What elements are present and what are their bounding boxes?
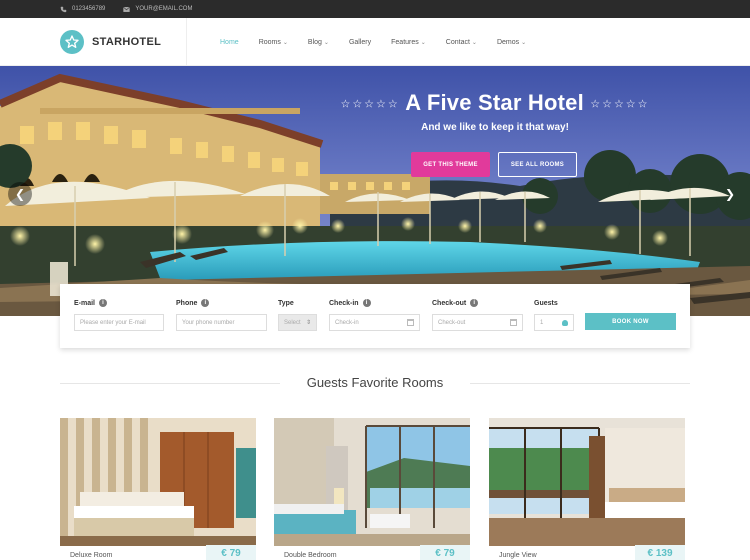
phone-group: Phone i Your phone number <box>176 298 267 331</box>
phone-icon <box>60 6 67 12</box>
stars-right-icon: ☆☆☆☆☆ <box>590 98 650 111</box>
booking-form: E-mail i Please enter your E-mail Phone i … <box>60 284 690 348</box>
room-card[interactable]: Double Bedroom € 79 <box>274 418 470 560</box>
email-label-text: E-mail <box>74 299 96 307</box>
calendar-icon <box>407 319 414 326</box>
header-divider <box>186 18 187 66</box>
nav-home[interactable]: Home <box>220 39 239 46</box>
type-value: Select <box>284 319 301 326</box>
room-card[interactable]: Jungle View € 139 <box>489 418 685 560</box>
select-arrows-icon: ⇕ <box>305 320 311 326</box>
slider-next-arrow-icon[interactable]: ❯ <box>718 182 742 206</box>
type-label: Type <box>278 298 317 308</box>
guests-value: 1 <box>540 319 544 326</box>
info-icon[interactable]: i <box>470 299 479 307</box>
logo-text: STARHOTEL <box>92 36 162 48</box>
checkout-label-text: Check-out <box>432 299 467 307</box>
room-name: Jungle View <box>499 552 537 559</box>
checkout-label: Check-out i <box>432 298 523 308</box>
nav-label: Home <box>220 38 239 46</box>
phone-placeholder: Your phone number <box>182 319 235 326</box>
nav-label: Rooms <box>258 38 281 46</box>
nav-rooms[interactable]: Rooms ⌄ <box>259 39 288 46</box>
hero-subtitle: And we like to keep it that way! <box>421 122 569 133</box>
chevron-down-icon: ⌄ <box>323 39 329 46</box>
topbar-email: YOUR@EMAIL.COM <box>123 6 192 13</box>
get-theme-button[interactable]: GET THIS THEME <box>411 152 490 177</box>
nav-label: Blog <box>307 38 322 46</box>
info-icon[interactable]: i <box>362 299 371 307</box>
slider-prev-arrow-icon[interactable]: ❮ <box>8 182 32 206</box>
type-select[interactable]: Select ⇕ <box>278 314 317 331</box>
book-now-button[interactable]: BOOK NOW <box>585 313 676 330</box>
person-icon <box>562 319 568 326</box>
room-name: Deluxe Room <box>70 552 113 559</box>
nav-blog[interactable]: Blog ⌄ <box>308 39 329 46</box>
room-image[interactable] <box>60 418 256 546</box>
topbar-phone: 0123456789 <box>60 6 105 13</box>
room-name: Double Bedroom <box>284 552 337 559</box>
room-image[interactable] <box>274 418 470 546</box>
room-photo-deluxe <box>60 418 256 546</box>
nav-label: Demos <box>496 38 520 46</box>
phone-label: Phone i <box>176 298 267 308</box>
stars-left-icon: ☆☆☆☆☆ <box>340 98 400 111</box>
room-price: € 79 <box>420 545 470 560</box>
room-card[interactable]: Deluxe Room € 79 <box>60 418 256 560</box>
checkout-placeholder: Check-out <box>438 319 466 326</box>
room-price: € 79 <box>206 545 256 560</box>
email-group: E-mail i Please enter your E-mail <box>74 298 164 331</box>
room-photo-double <box>274 418 470 546</box>
calendar-icon <box>510 319 517 326</box>
nav-demos[interactable]: Demos ⌄ <box>497 39 526 46</box>
checkin-field[interactable]: Check-in <box>329 314 420 331</box>
nav-label: Features <box>391 38 419 46</box>
star-icon <box>60 30 84 54</box>
hero-title-text: A Five Star Hotel <box>405 90 584 115</box>
info-icon[interactable]: i <box>201 299 210 307</box>
checkin-group: Check-in i Check-in <box>329 298 420 331</box>
email-placeholder: Please enter your E-mail <box>80 319 146 326</box>
phone-field[interactable]: Your phone number <box>176 314 267 331</box>
hero-slider: ☆☆☆☆☆ A Five Star Hotel ☆☆☆☆☆ And we lik… <box>0 66 750 316</box>
chevron-down-icon: ⌄ <box>471 39 477 46</box>
type-label-text: Type <box>278 299 294 307</box>
chevron-down-icon: ⌄ <box>282 39 288 46</box>
hero-title: ☆☆☆☆☆ A Five Star Hotel ☆☆☆☆☆ <box>0 90 750 116</box>
section-divider-right <box>470 383 690 384</box>
nav-label: Gallery <box>348 38 372 46</box>
room-photo-jungle <box>489 418 685 546</box>
guests-label: Guests <box>534 298 574 308</box>
chevron-down-icon: ⌄ <box>420 39 426 46</box>
email-label: E-mail i <box>74 298 164 308</box>
top-bar: 0123456789 YOUR@EMAIL.COM <box>0 0 750 18</box>
envelope-icon <box>123 6 131 12</box>
main-nav: Home Rooms ⌄ Blog ⌄ Gallery Features ⌄ Cont… <box>220 18 546 66</box>
room-price: € 139 <box>635 545 685 560</box>
checkout-field[interactable]: Check-out <box>432 314 523 331</box>
room-image[interactable] <box>489 418 685 546</box>
email-text: YOUR@EMAIL.COM <box>135 6 193 12</box>
nav-contact[interactable]: Contact ⌄ <box>446 39 477 46</box>
checkin-placeholder: Check-in <box>335 319 359 326</box>
type-group: Type Select ⇕ <box>278 298 317 331</box>
checkin-label-text: Check-in <box>329 299 359 307</box>
see-all-rooms-button[interactable]: SEE ALL ROOMS <box>498 152 577 177</box>
nav-features[interactable]: Features ⌄ <box>391 39 426 46</box>
chevron-down-icon: ⌄ <box>521 39 527 46</box>
email-field[interactable]: Please enter your E-mail <box>74 314 164 331</box>
phone-text: 0123456789 <box>72 6 106 12</box>
checkin-label: Check-in i <box>329 298 420 308</box>
site-header: STARHOTEL Home Rooms ⌄ Blog ⌄ Gallery Feat… <box>0 18 750 66</box>
checkout-group: Check-out i Check-out <box>432 298 523 331</box>
nav-label: Contact <box>445 38 470 46</box>
info-icon[interactable]: i <box>99 299 108 307</box>
guests-group: Guests 1 <box>534 298 574 331</box>
guests-label-text: Guests <box>534 299 558 307</box>
phone-label-text: Phone <box>176 299 198 307</box>
site-logo[interactable]: STARHOTEL <box>60 30 161 54</box>
guests-field[interactable]: 1 <box>534 314 574 331</box>
nav-gallery[interactable]: Gallery <box>349 39 371 46</box>
